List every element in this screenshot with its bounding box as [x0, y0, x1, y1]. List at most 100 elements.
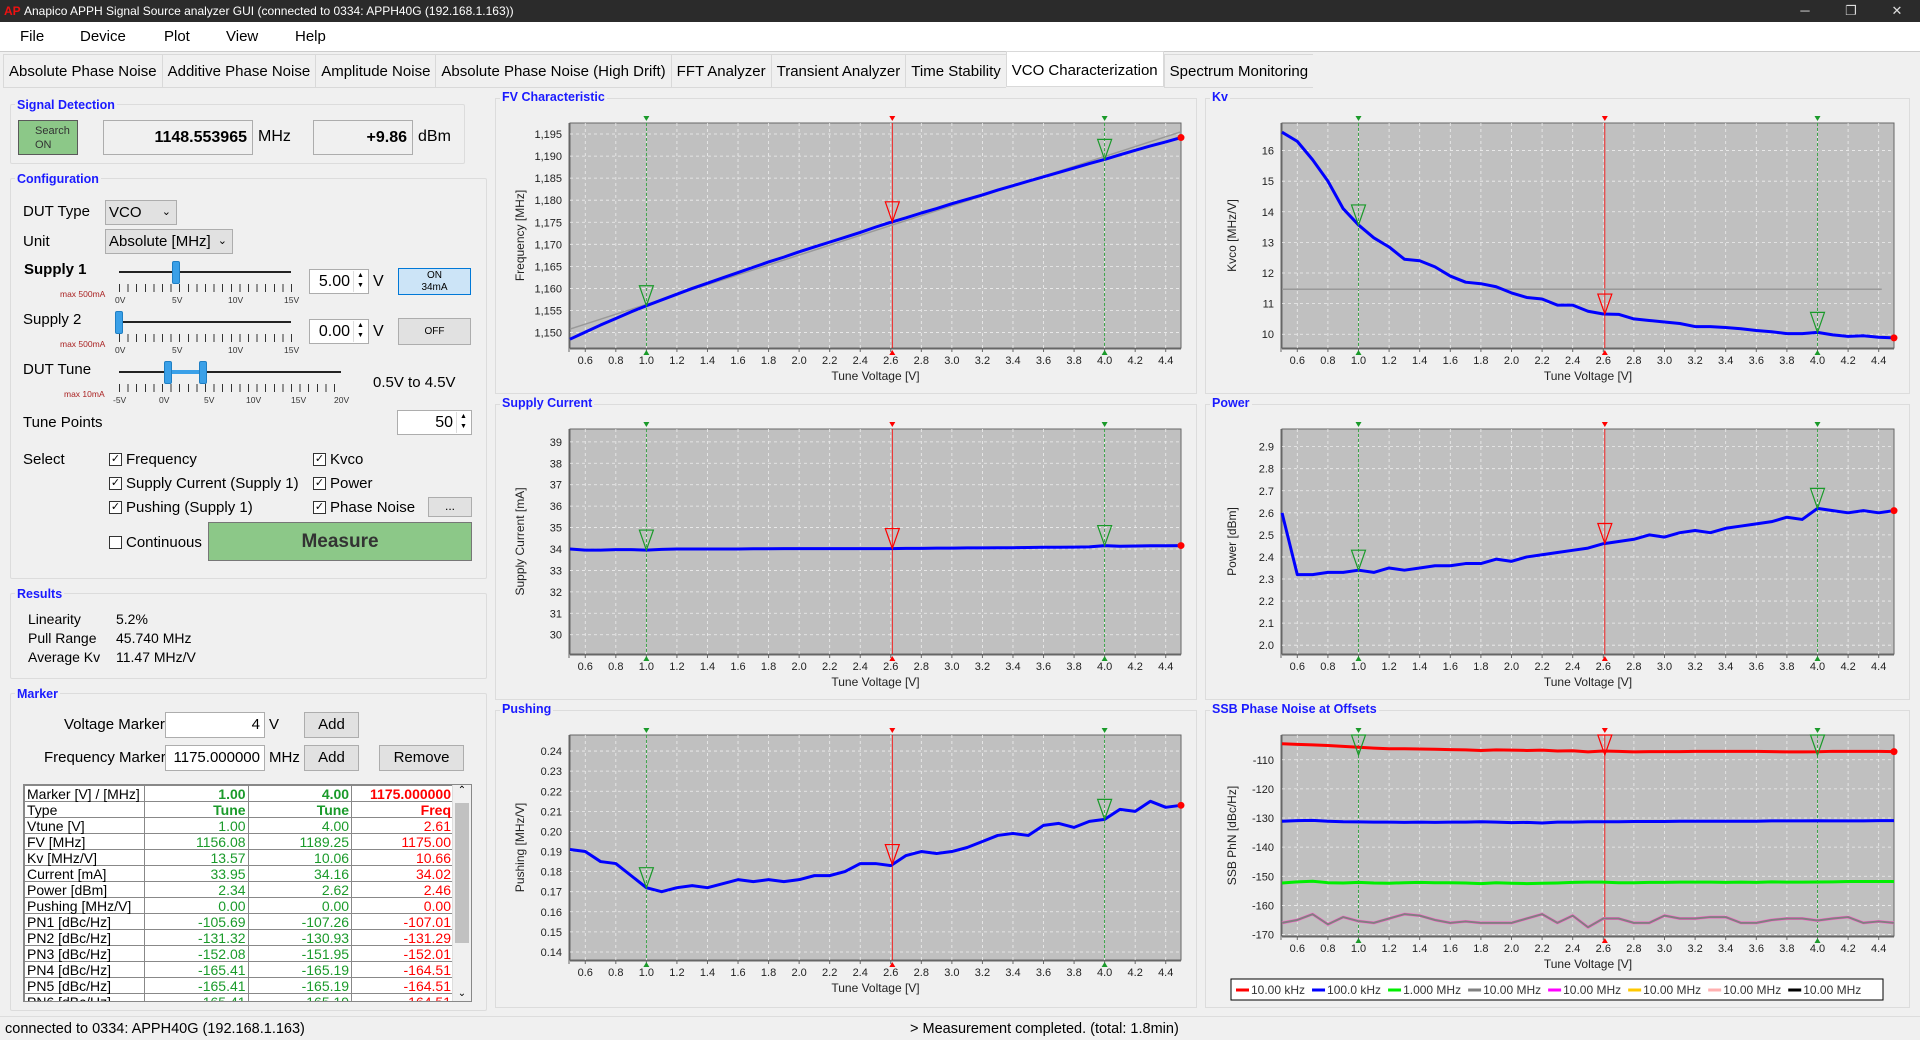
remove-marker-button[interactable]: Remove [379, 745, 464, 771]
close-button[interactable]: ✕ [1874, 0, 1920, 22]
spinner-arrows-icon[interactable]: ▲ ▼ [456, 412, 470, 433]
table-row: PN3 [dBc/Hz] -152.08 -151.95 -152.01 [24, 945, 454, 962]
supply2-off-button[interactable]: OFF [398, 318, 471, 345]
scrollbar-thumb[interactable] [455, 803, 469, 943]
marker-table-scrollbar[interactable]: ⌃ ⌄ [452, 785, 471, 1001]
y-tick-label: 1,155 [534, 306, 562, 318]
y-tick-label: 2.9 [1259, 442, 1274, 454]
x-tick-label: 4.2 [1128, 661, 1143, 673]
checkbox-phase-noise[interactable]: ✓ [313, 501, 326, 514]
checkbox-kvco[interactable]: ✓ [313, 453, 326, 466]
y-tick-label: 2.7 [1259, 486, 1274, 498]
restore-button[interactable]: ❐ [1828, 0, 1874, 22]
tab-time-stability[interactable]: Time Stability [905, 54, 1006, 88]
scroll-down-icon[interactable]: ⌄ [453, 988, 471, 999]
supply2-slider-handle[interactable] [115, 311, 123, 334]
dut-tune-tick: 5V [204, 395, 215, 405]
checkbox-supply-current-supply-1[interactable]: ✓ [109, 477, 122, 490]
tab-transient-analyzer[interactable]: Transient Analyzer [770, 54, 906, 88]
plot-area [569, 428, 1182, 655]
x-tick-label: 0.6 [578, 967, 593, 979]
x-tick-label: 1.2 [669, 967, 684, 979]
supply1-slider-handle[interactable] [172, 261, 181, 284]
y-tick-label: 1,170 [534, 239, 562, 251]
tab-fft-analyzer[interactable]: FFT Analyzer [670, 54, 771, 88]
supply1-slider-track[interactable] [119, 271, 291, 273]
x-tick-label: 0.6 [578, 355, 593, 367]
tab-spectrum-monitoring[interactable]: Spectrum Monitoring [1163, 54, 1314, 88]
x-tick-label: 1.0 [1351, 943, 1366, 955]
table-row: Current [mA] 33.95 34.16 34.02 [24, 865, 454, 882]
x-tick-label: 1.4 [1412, 943, 1427, 955]
result-label: Pull Range [28, 630, 97, 646]
checkbox-frequency[interactable]: ✓ [109, 453, 122, 466]
chevron-down-icon: ⌄ [217, 235, 227, 247]
x-axis-label: Tune Voltage [V] [831, 981, 919, 995]
tab-absolute-phase-noise[interactable]: Absolute Phase Noise [3, 54, 162, 88]
x-tick-label: 1.2 [669, 355, 684, 367]
result-label: Linearity [28, 611, 81, 627]
dut-tune-range-fill [167, 370, 204, 374]
minimize-button[interactable]: ─ [1782, 0, 1828, 22]
y-tick-label: 2.4 [1259, 552, 1274, 564]
supply1-voltage-input[interactable]: 5.00 ▲ ▼ [309, 269, 369, 294]
measure-button[interactable]: Measure [208, 522, 472, 561]
tab-additive-phase-noise[interactable]: Additive Phase Noise [161, 54, 316, 88]
frequency-marker-unit: MHz [269, 749, 300, 766]
x-tick-label: 3.2 [1687, 355, 1702, 367]
supply2-voltage-input[interactable]: 0.00 ▲ ▼ [309, 319, 369, 344]
menu-view[interactable]: View [226, 28, 258, 45]
menu-plot[interactable]: Plot [164, 28, 190, 45]
spinner-arrows-icon[interactable]: ▲ ▼ [353, 321, 367, 342]
table-row: Marker [V] / [MHz] 1.00 4.00 1175.000000 [24, 785, 454, 802]
x-tick-label: 4.2 [1840, 943, 1855, 955]
spinner-arrows-icon[interactable]: ▲ ▼ [353, 271, 367, 292]
checkbox-pushing-supply-1[interactable]: ✓ [109, 501, 122, 514]
cell-value: 1189.25 [247, 833, 353, 850]
scroll-up-icon[interactable]: ⌃ [453, 785, 471, 796]
marker-top-triangle-icon [1601, 728, 1608, 733]
continuous-checkbox[interactable] [109, 536, 122, 549]
x-tick-label: 1.8 [1473, 943, 1488, 955]
dut-type-select[interactable]: VCO ⌄ [105, 200, 177, 225]
tab-vco-characterization[interactable]: VCO Characterization [1005, 51, 1164, 87]
add-voltage-marker-button[interactable]: Add [304, 712, 359, 738]
row-label: PN2 [dBc/Hz] [24, 929, 145, 946]
legend-label: 10.00 MHz [1563, 983, 1621, 997]
dut-tune-slider-track[interactable] [119, 371, 341, 373]
x-axis-label: Tune Voltage [V] [831, 675, 919, 689]
chevron-down-icon: ⌄ [161, 206, 171, 218]
dut-tune-low-handle[interactable] [163, 361, 172, 384]
supply2-slider-track[interactable] [119, 321, 291, 323]
add-frequency-marker-button[interactable]: Add [304, 745, 359, 771]
supply1-tick: 5V [172, 295, 183, 305]
marker-top-triangle-icon [1355, 422, 1362, 427]
supply1-on-button[interactable]: ON 34mA [398, 268, 471, 295]
menu-device[interactable]: Device [80, 28, 126, 45]
dut-tune-tick: 0V [159, 395, 170, 405]
search-toggle-button[interactable]: Search ON [18, 120, 78, 155]
tab-absolute-phase-noise-high-drift[interactable]: Absolute Phase Noise (High Drift) [435, 54, 671, 88]
tab-amplitude-noise[interactable]: Amplitude Noise [315, 54, 436, 88]
phase-noise-settings-button[interactable]: ... [428, 497, 472, 517]
dut-tune-high-handle[interactable] [199, 361, 208, 384]
menu-file[interactable]: File [20, 28, 44, 45]
measurement-status: > Measurement completed. (total: 1.8min) [910, 1021, 1179, 1037]
checkbox-power[interactable]: ✓ [313, 477, 326, 490]
y-tick-label: 11 [1263, 299, 1274, 311]
row-label: Vtune [V] [24, 817, 145, 834]
cell-value: 13.57 [143, 849, 249, 866]
voltage-marker-input[interactable]: 4 [165, 712, 265, 738]
x-tick-label: 4.4 [1158, 661, 1173, 673]
supply1-tick: 15V [284, 295, 300, 305]
y-tick-label: 38 [550, 458, 562, 470]
row-label: Kv [MHz/V] [24, 849, 145, 866]
frequency-marker-input[interactable]: 1175.000000 [165, 745, 265, 771]
menu-help[interactable]: Help [295, 28, 326, 45]
unit-select[interactable]: Absolute [MHz] ⌄ [105, 229, 233, 254]
marker-top-triangle-icon [1814, 116, 1821, 121]
x-tick-label: 0.8 [1320, 661, 1335, 673]
tune-points-input[interactable]: 50 ▲ ▼ [397, 410, 472, 435]
x-tick-label: 3.6 [1036, 661, 1051, 673]
row-label: PN1 [dBc/Hz] [24, 913, 145, 930]
